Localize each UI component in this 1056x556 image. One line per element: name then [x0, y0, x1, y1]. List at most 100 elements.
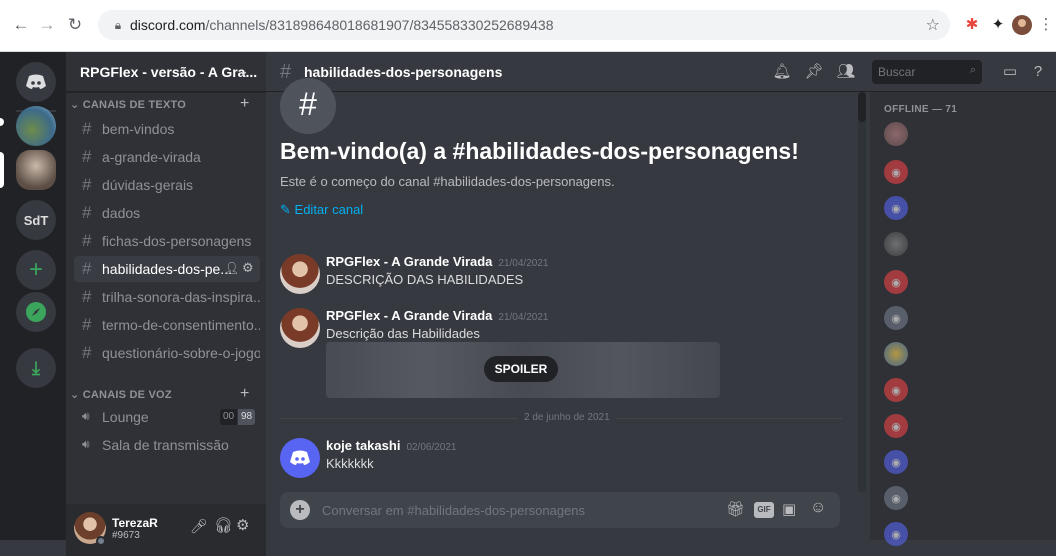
- back-icon[interactable]: ←: [10, 14, 32, 36]
- reload-icon[interactable]: ↻: [64, 14, 86, 36]
- gear-icon[interactable]: ⚙: [242, 260, 254, 276]
- message-avatar[interactable]: [280, 438, 320, 478]
- welcome-subtitle: Este é o começo do canal #habilidades-do…: [280, 174, 615, 189]
- server-rpgflex-icon[interactable]: [16, 150, 56, 190]
- category-text[interactable]: ⌄ CANAIS DE TEXTO: [70, 98, 186, 111]
- member-avatar[interactable]: ◉: [884, 414, 908, 438]
- sticker-icon[interactable]: ▣: [782, 500, 796, 518]
- headphones-icon[interactable]: 🎧︎: [214, 516, 233, 534]
- channel-fichas-dos-personagens[interactable]: # fichas-dos-personagens: [74, 228, 260, 254]
- bell-icon[interactable]: 🔔︎: [772, 62, 792, 82]
- offline-header: OFFLINE — 71: [884, 104, 958, 115]
- user-tag: #9673: [112, 530, 140, 541]
- explore-compass-icon[interactable]: [16, 292, 56, 332]
- channel-duvidas-gerais[interactable]: # dúvidas-gerais: [74, 172, 260, 198]
- hash-icon: #: [82, 175, 92, 194]
- server-landscape-icon[interactable]: [16, 106, 56, 146]
- message-author[interactable]: RPGFlex - A Grande Virada 21/04/2021: [326, 254, 548, 269]
- lock-icon[interactable]: 🔒︎: [110, 17, 126, 33]
- url-text: discord.com/channels/831898648018681907/…: [130, 17, 553, 33]
- spoiler-button[interactable]: SPOILER: [484, 356, 558, 382]
- help-icon[interactable]: ?: [1028, 62, 1048, 82]
- edit-channel-link[interactable]: ✎ Editar canal: [280, 202, 363, 218]
- channel-label: questionário-sobre-o-jogo: [102, 345, 260, 361]
- hash-icon: #: [82, 315, 92, 334]
- message-text: Descrição das Habilidades: [326, 326, 480, 341]
- browser-menu-icon[interactable]: ⋮: [1036, 15, 1056, 35]
- profile-avatar-icon[interactable]: [1012, 15, 1032, 35]
- member-avatar[interactable]: ◉: [884, 450, 908, 474]
- home-discord-icon[interactable]: [16, 62, 56, 102]
- channel-questionario[interactable]: # questionário-sobre-o-jogo: [74, 340, 260, 366]
- selected-pill: [0, 152, 4, 188]
- pencil-icon: ✎: [280, 202, 291, 217]
- message-input[interactable]: [320, 500, 700, 520]
- emoji-icon[interactable]: ☺: [810, 499, 826, 517]
- message-author[interactable]: RPGFlex - A Grande Virada 21/04/2021: [326, 308, 548, 323]
- extension-colorful-icon[interactable]: ✱: [962, 15, 982, 35]
- search-input[interactable]: Buscar ⌕: [872, 60, 982, 84]
- welcome-hash-icon: #: [280, 78, 336, 134]
- category-text-label: CANAIS DE TEXTO: [82, 99, 187, 111]
- address-bar[interactable]: 🔒︎ discord.com/channels/8318986480186819…: [98, 10, 950, 40]
- server-sdt-label: SdT: [23, 212, 49, 228]
- member-avatar[interactable]: ◉: [884, 196, 908, 220]
- message-author[interactable]: koje takashi 02/06/2021: [326, 438, 457, 453]
- user-settings-gear-icon[interactable]: ⚙: [236, 516, 249, 534]
- channel-label: a-grande-virada: [102, 149, 201, 165]
- extensions-puzzle-icon[interactable]: ✦: [988, 15, 1008, 35]
- hash-icon: #: [82, 259, 92, 278]
- member-avatar[interactable]: ◉: [884, 306, 908, 330]
- member-avatar[interactable]: ◉: [884, 522, 908, 546]
- member-avatar[interactable]: ◉: [884, 486, 908, 510]
- forward-icon[interactable]: →: [36, 14, 58, 36]
- voice-channel-sala-de-transmissao[interactable]: 🔊︎ Sala de transmissão: [74, 432, 260, 458]
- member-avatar[interactable]: ◉: [884, 378, 908, 402]
- voice-channel-lounge[interactable]: 🔊︎ Lounge 00 98: [74, 404, 260, 430]
- add-server-icon[interactable]: +: [16, 250, 56, 290]
- member-avatar[interactable]: [884, 232, 908, 256]
- chat-scroll-thumb[interactable]: [858, 92, 866, 122]
- member-avatar[interactable]: ◉: [884, 160, 908, 184]
- create-voice-channel-icon[interactable]: +: [240, 385, 249, 403]
- channel-trilha-sonora[interactable]: # trilha-sonora-das-inspira...: [74, 284, 260, 310]
- invite-icon[interactable]: 👤︎: [224, 261, 239, 275]
- guild-header[interactable]: RPGFlex - versão - A Gra... ⌄: [66, 52, 266, 92]
- pin-icon[interactable]: 📌︎: [804, 62, 824, 82]
- inbox-icon[interactable]: ▭: [1000, 62, 1020, 82]
- star-icon[interactable]: ☆: [926, 15, 940, 35]
- channel-label: dúvidas-gerais: [102, 177, 194, 193]
- voice-channel-label: Lounge: [102, 409, 149, 425]
- hash-icon: #: [82, 231, 92, 250]
- upload-plus-icon[interactable]: +: [290, 500, 310, 520]
- channel-habilidades-dos-personagens[interactable]: # habilidades-dos-pe... 👤︎ ⚙: [74, 256, 260, 282]
- message-avatar[interactable]: [280, 254, 320, 294]
- download-apps-icon[interactable]: ⤓: [16, 348, 56, 388]
- edit-channel-label: Editar canal: [294, 202, 364, 217]
- chat-scrollbar[interactable]: [858, 92, 866, 492]
- channel-label: termo-de-consentimento...: [102, 317, 260, 333]
- create-text-channel-icon[interactable]: +: [240, 95, 249, 113]
- channel-title: habilidades-dos-personagens: [304, 64, 503, 80]
- message-avatar[interactable]: [280, 308, 320, 348]
- chevron-down-icon[interactable]: ⌄: [238, 63, 249, 79]
- member-avatar[interactable]: ◉: [884, 270, 908, 294]
- hash-icon: #: [82, 119, 92, 138]
- mute-mic-icon[interactable]: 🎤︎: [190, 518, 208, 535]
- channel-label: fichas-dos-personagens: [102, 233, 252, 249]
- channel-a-grande-virada[interactable]: # a-grande-virada: [74, 144, 260, 170]
- category-voice[interactable]: ⌄ CANAIS DE VOZ: [70, 388, 172, 401]
- channel-dados[interactable]: # dados: [74, 200, 260, 226]
- hash-icon: #: [280, 61, 292, 83]
- message-date: 21/04/2021: [498, 258, 549, 269]
- channel-bem-vindos[interactable]: # bem-vindos: [74, 116, 260, 142]
- member-avatar[interactable]: [884, 342, 908, 366]
- member-avatar[interactable]: [884, 122, 908, 146]
- message-date: 21/04/2021: [498, 312, 549, 323]
- gif-icon[interactable]: GIF: [754, 502, 774, 518]
- server-sdt-icon[interactable]: SdT: [16, 200, 56, 240]
- gift-icon[interactable]: 🎁︎: [726, 500, 745, 518]
- channel-termo-de-consentimento[interactable]: # termo-de-consentimento...: [74, 312, 260, 338]
- member-list-icon[interactable]: 👥︎: [836, 62, 856, 82]
- spoiler-attachment[interactable]: SPOILER: [326, 342, 720, 398]
